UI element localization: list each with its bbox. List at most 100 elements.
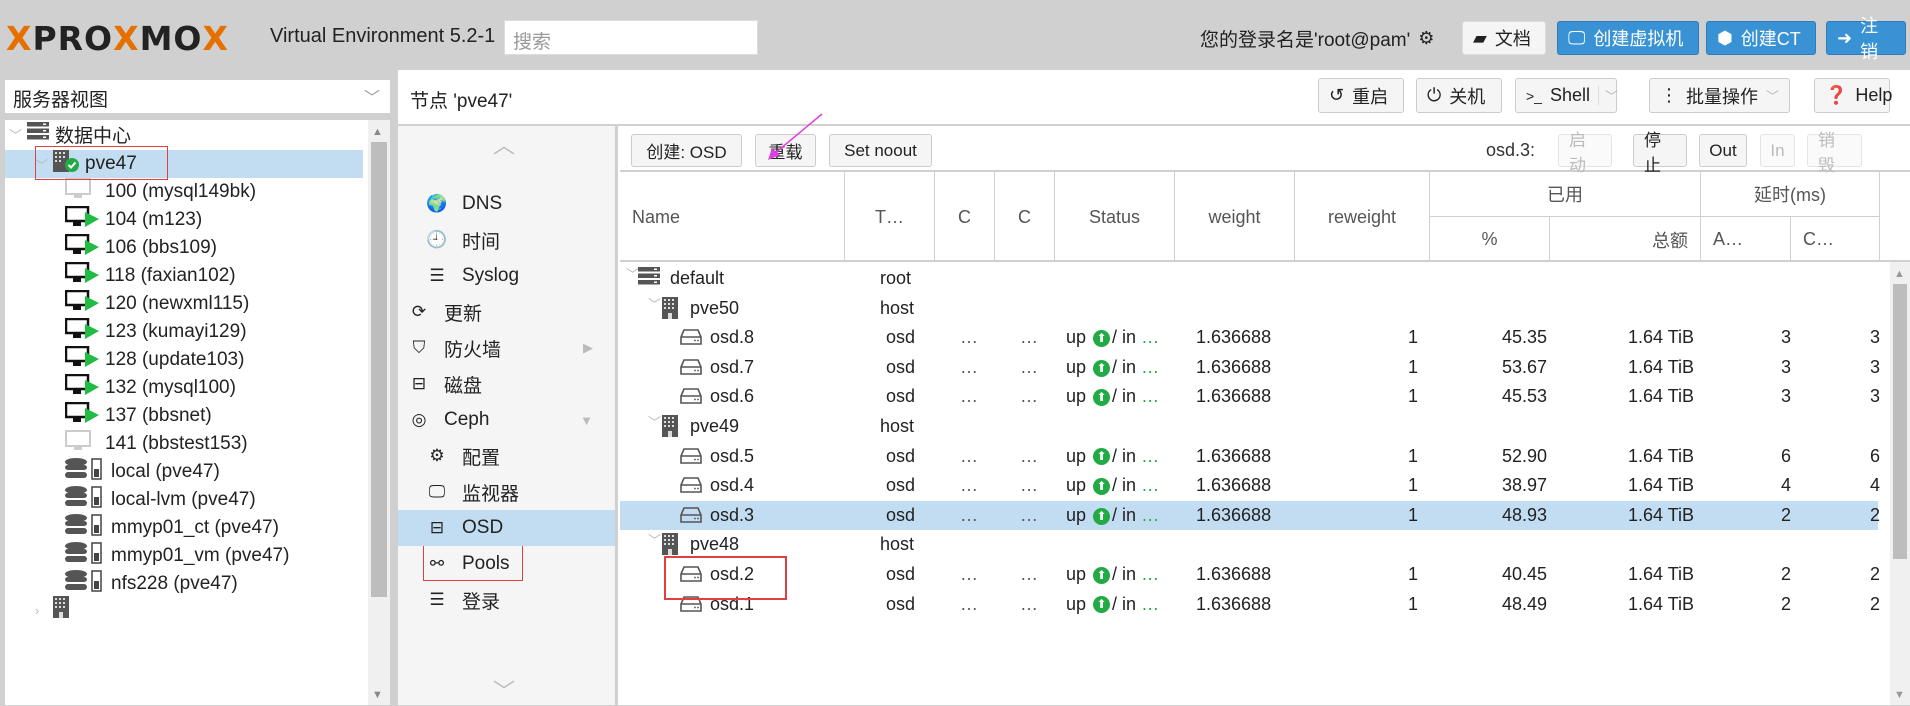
expand-chevron-icon[interactable]: › bbox=[35, 603, 49, 618]
scrollbar-thumb[interactable] bbox=[371, 142, 387, 597]
create-osd-button[interactable]: 创建: OSD bbox=[631, 134, 742, 167]
restart-button[interactable]: ↺ 重启 bbox=[1318, 78, 1404, 113]
tree-item-label: local (pve47) bbox=[111, 461, 220, 482]
tree-item[interactable]: 120 (newxml115) bbox=[5, 289, 363, 318]
column-header-used-total[interactable]: 总额 bbox=[1550, 217, 1701, 262]
top-bar: X PRO X MO X Virtual Environment 5.2-1 搜索 您的… bbox=[0, 0, 1910, 70]
host-row[interactable]: ﹀ pve48 host bbox=[620, 530, 1878, 559]
tree-item[interactable]: 100 (mysql149bk) bbox=[5, 178, 363, 206]
bulk-actions-button[interactable]: ⋮ 批量操作 ﹀ bbox=[1649, 78, 1790, 113]
search-input[interactable]: 搜索 bbox=[504, 20, 758, 55]
gear-icon[interactable]: ⚙ bbox=[1418, 28, 1434, 49]
tree-item[interactable]: local-lvm (pve47) bbox=[5, 486, 363, 514]
column-header-c2[interactable]: C bbox=[995, 172, 1055, 262]
tree-item[interactable]: mmyp01_ct (pve47) bbox=[5, 514, 363, 542]
chevron-down-icon[interactable]: ﹀ bbox=[1598, 86, 1618, 105]
scroll-down-arrow-icon[interactable]: ▼ bbox=[372, 689, 383, 701]
tree-item[interactable]: mmyp01_vm (pve47) bbox=[5, 542, 363, 570]
create-ct-button[interactable]: ⬢ 创建CT bbox=[1706, 21, 1816, 55]
column-header-latency-commit[interactable]: C… bbox=[1791, 217, 1880, 262]
expand-chevron-icon[interactable]: ﹀ bbox=[648, 530, 661, 549]
scroll-up-chevron-icon[interactable]: ︿ bbox=[493, 128, 515, 160]
host-row[interactable]: ﹀ pve50 host bbox=[620, 294, 1878, 323]
osd-row[interactable]: osd.6 osd…… up ⬆ / in … 1.636688 1 45.53 1.64 T… bbox=[620, 382, 1880, 411]
create-vm-button[interactable]: 🖵 创建虚拟机 bbox=[1557, 21, 1699, 55]
osd-row[interactable]: osd.3 osd…… up ⬆ / in … 1.636688 1 48.93 1.64 T… bbox=[620, 500, 1880, 530]
tree-item-partial[interactable]: › bbox=[5, 596, 363, 624]
column-header-latency-apply[interactable]: A… bbox=[1701, 217, 1791, 262]
stop-button[interactable]: 停止 bbox=[1633, 131, 1687, 175]
grid-scrollbar[interactable]: ▲ ▼ bbox=[1890, 262, 1910, 705]
tree-item[interactable]: 132 (mysql100) bbox=[5, 373, 363, 402]
column-header-c1[interactable]: C bbox=[935, 172, 995, 262]
tree-item[interactable]: 104 (m123) bbox=[5, 205, 363, 234]
shell-button[interactable]: >_ Shell ﹀ bbox=[1515, 78, 1618, 113]
expand-chevron-icon[interactable]: ﹀ bbox=[9, 125, 23, 144]
docs-button[interactable]: ▰ 文档 bbox=[1462, 21, 1546, 55]
expand-arrow-icon[interactable]: ▶ bbox=[583, 340, 593, 356]
column-header-name[interactable]: Name bbox=[620, 172, 845, 262]
column-header-reweight[interactable]: reweight bbox=[1295, 172, 1430, 262]
tree-item[interactable]: nfs228 (pve47) bbox=[5, 570, 363, 598]
column-header-type[interactable]: T… bbox=[845, 172, 935, 262]
type-cell: host bbox=[880, 297, 915, 318]
nav-item-dns[interactable]: 🌍 DNS bbox=[398, 186, 615, 222]
nav-item-[interactable]: ⛉ 防火墙 ▶ bbox=[398, 330, 615, 366]
datacenter-icon bbox=[638, 267, 660, 290]
expand-chevron-icon[interactable]: ﹀ bbox=[648, 412, 661, 431]
nav-item-pools[interactable]: ⚯ Pools bbox=[398, 546, 615, 582]
host-row[interactable]: ﹀ pve49 host bbox=[620, 412, 1878, 441]
tree-item[interactable]: 118 (faxian102) bbox=[5, 261, 363, 290]
logout-button[interactable]: ➜ 注销 bbox=[1826, 16, 1906, 62]
out-button[interactable]: Out bbox=[1699, 134, 1747, 167]
osd-row[interactable]: osd.1 osd…… up ⬆ / in … 1.636688 1 48.49 1.64 T… bbox=[620, 590, 1880, 619]
scrollbar-thumb[interactable] bbox=[1893, 284, 1907, 559]
nav-item-[interactable]: ⊟ 磁盘 bbox=[398, 366, 615, 402]
nav-item-ceph[interactable]: ◎ Ceph ▼ bbox=[398, 402, 615, 438]
nav-item-[interactable]: ☰ 登录 bbox=[398, 582, 615, 618]
set-noout-button[interactable]: Set noout bbox=[829, 134, 932, 167]
tree-item[interactable]: 106 (bbs109) bbox=[5, 233, 363, 262]
vm-stopped-icon bbox=[65, 430, 99, 458]
status-cell: up ⬆ / in … bbox=[1066, 356, 1160, 377]
ellipsis-vertical-icon: ⋮ bbox=[1660, 85, 1678, 105]
osd-row[interactable]: osd.7 osd…… up ⬆ / in … 1.636688 1 53.67 1.64 T… bbox=[620, 353, 1880, 382]
latency-apply-cell: 6 bbox=[1781, 445, 1792, 466]
column-header-used-percent[interactable]: % bbox=[1430, 217, 1550, 262]
column-header-status[interactable]: Status bbox=[1055, 172, 1175, 262]
view-selector[interactable]: 服务器视图 ﹀ bbox=[5, 80, 390, 113]
nav-item-syslog[interactable]: ☰ Syslog bbox=[398, 258, 615, 294]
in-button[interactable]: In bbox=[1760, 134, 1795, 167]
scroll-down-arrow-icon[interactable]: ▼ bbox=[1894, 689, 1905, 701]
shutdown-button[interactable]: ⏻ 关机 bbox=[1416, 78, 1502, 113]
osd-row[interactable]: osd.2 osd…… up ⬆ / in … 1.636688 1 40.45 1.64 T… bbox=[620, 560, 1880, 589]
nav-item-[interactable]: ⚙ 配置 bbox=[398, 438, 615, 474]
nav-item-[interactable]: ⟳ 更新 bbox=[398, 294, 615, 330]
destroy-button[interactable]: 销毁 bbox=[1807, 131, 1862, 175]
tree-scrollbar[interactable]: ▲ ▼ bbox=[368, 120, 390, 705]
nav-item-[interactable]: 🖵 监视器 bbox=[398, 474, 615, 510]
tree-item[interactable]: 137 (bbsnet) bbox=[5, 401, 363, 430]
login-info: 您的登录名是'root@pam' ⚙ bbox=[1200, 25, 1434, 52]
osd-row[interactable]: osd.5 osd…… up ⬆ / in … 1.636688 1 52.90 1.64 T… bbox=[620, 442, 1880, 471]
scroll-up-arrow-icon[interactable]: ▲ bbox=[1894, 268, 1905, 280]
scroll-up-arrow-icon[interactable]: ▲ bbox=[372, 126, 383, 138]
tree-item[interactable]: ﹀ 数据中心 bbox=[5, 120, 363, 148]
grid-body: ﹀ default root ﹀ pve50 host osd.8 osd…… up ⬆ / in… bbox=[620, 262, 1890, 705]
nav-item-[interactable]: 🕘 时间 bbox=[398, 222, 615, 258]
tree-item[interactable]: local (pve47) bbox=[5, 458, 363, 486]
root-row[interactable]: ﹀ default root bbox=[620, 264, 1878, 293]
start-button[interactable]: 启动 bbox=[1558, 131, 1612, 175]
column-header-weight[interactable]: weight bbox=[1175, 172, 1295, 262]
used-percent-cell: 52.90 bbox=[1502, 445, 1548, 466]
tree-item[interactable]: 128 (update103) bbox=[5, 345, 363, 374]
scroll-down-chevron-icon[interactable]: ﹀ bbox=[493, 674, 515, 706]
tree-item[interactable]: 141 (bbstest153) bbox=[5, 430, 363, 458]
osd-row[interactable]: osd.4 osd…… up ⬆ / in … 1.636688 1 38.97 1.64 T… bbox=[620, 471, 1880, 500]
expand-chevron-icon[interactable]: ﹀ bbox=[648, 294, 661, 313]
tree-item[interactable]: 123 (kumayi129) bbox=[5, 317, 363, 346]
nav-item-osd[interactable]: ⊟ OSD bbox=[398, 510, 615, 546]
osd-row[interactable]: osd.8 osd…… up ⬆ / in … 1.636688 1 45.35 1.64 T… bbox=[620, 323, 1880, 352]
expand-arrow-icon[interactable]: ▼ bbox=[580, 413, 593, 428]
help-button[interactable]: ❓ Help bbox=[1814, 78, 1892, 113]
